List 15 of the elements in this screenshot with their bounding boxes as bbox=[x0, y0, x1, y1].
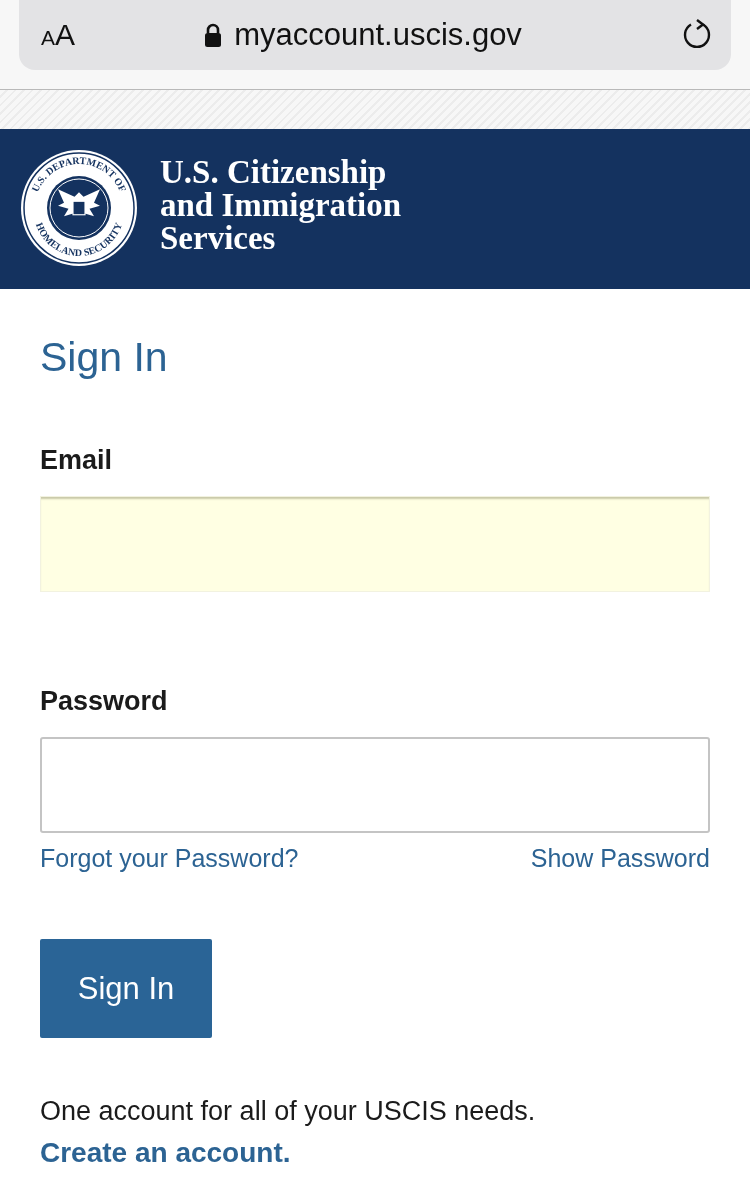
field-label: Password bbox=[40, 685, 168, 718]
lock-icon bbox=[204, 23, 223, 47]
password-field[interactable] bbox=[40, 737, 710, 833]
email-field[interactable] bbox=[40, 496, 710, 592]
show-password-link[interactable]: Show Password bbox=[530, 841, 710, 875]
field-label: Email bbox=[40, 444, 113, 477]
page-title: Sign In bbox=[40, 333, 169, 382]
sign-in-button[interactable]: Sign In bbox=[40, 939, 212, 1038]
create-account-link[interactable]: Create an account. bbox=[40, 1134, 291, 1172]
text-size-button[interactable]: AA bbox=[41, 18, 76, 52]
reload-icon[interactable] bbox=[681, 19, 713, 51]
url-text[interactable]: myaccount.uscis.gov bbox=[234, 17, 522, 53]
agency-name: U.S. Citizenship and Immigration Services bbox=[160, 155, 402, 255]
forgot-password-link[interactable]: Forgot your Password? bbox=[40, 841, 299, 875]
account-note: One account for all of your USCIS needs. bbox=[40, 1095, 536, 1128]
